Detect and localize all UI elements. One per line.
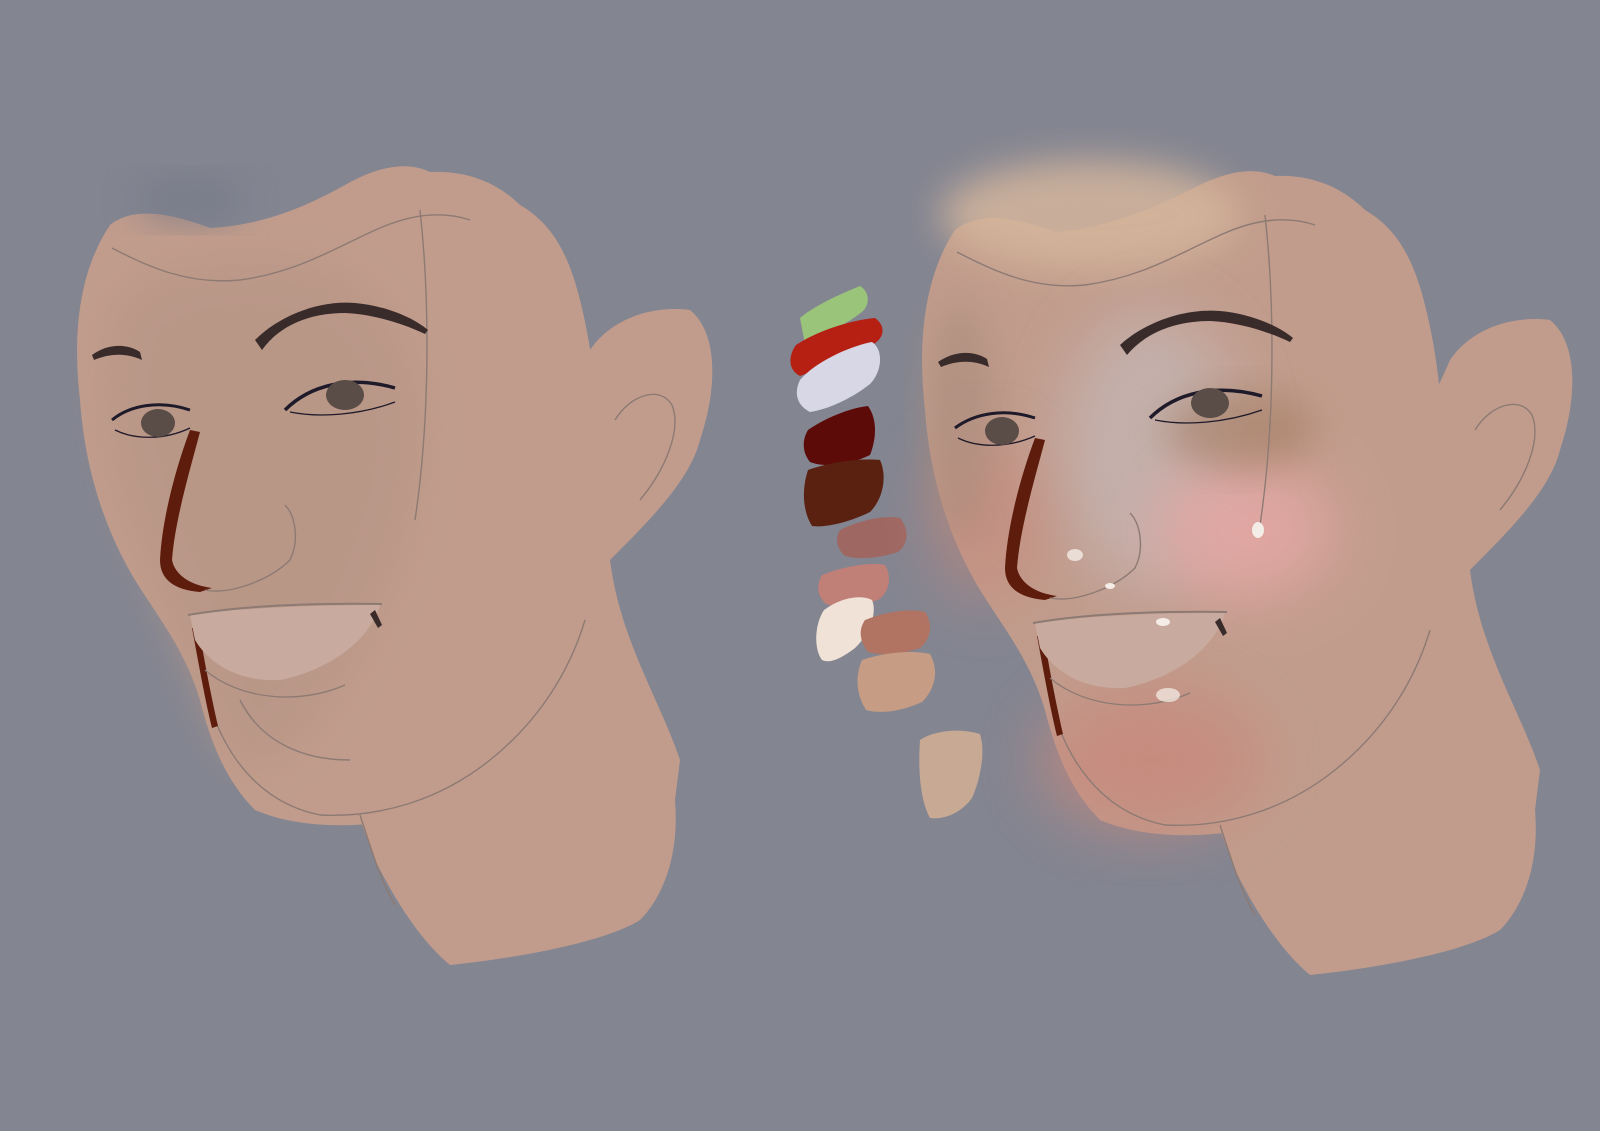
- right-eye-socket-shade: [1165, 390, 1315, 470]
- right-nose-highlight: [1067, 549, 1083, 561]
- left-grey-smudge: [135, 178, 245, 222]
- right-forehead-light: [940, 160, 1240, 270]
- right-cheek-blush: [1155, 460, 1335, 600]
- drawing-canvas: [0, 0, 1600, 1131]
- right-left-edge-shade: [925, 300, 995, 540]
- right-chin-warm: [1040, 690, 1260, 830]
- right-cheek-highlight: [1252, 522, 1264, 538]
- right-lip-highlight: [1156, 618, 1170, 626]
- right-lower-lip-highlight: [1156, 688, 1180, 702]
- right-nostril-highlight: [1105, 583, 1115, 589]
